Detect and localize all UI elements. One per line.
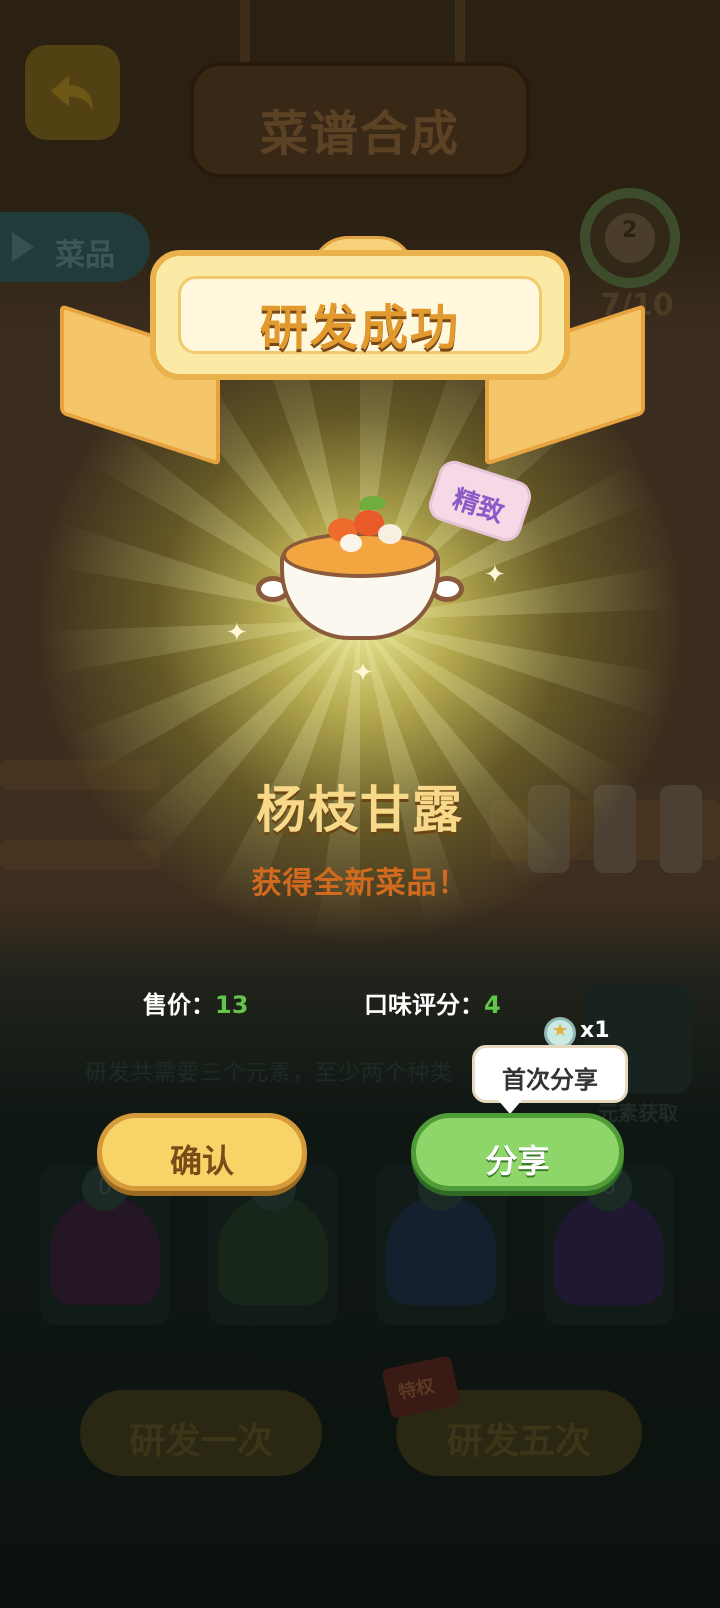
chef-progress-ring[interactable]: 2 (580, 188, 680, 288)
share-button[interactable]: 分享 (411, 1113, 624, 1191)
sign-rope-right (455, 0, 465, 70)
price-stat: 售价：13 (143, 985, 248, 1020)
progress-badge: 2 (622, 218, 638, 243)
mint-leaf-icon (360, 496, 386, 510)
first-share-tooltip: 首次分享 (472, 1045, 628, 1103)
dish-tab-label: 菜品 (55, 238, 115, 273)
taste-stat: 口味评分：4 (364, 985, 501, 1020)
success-banner: 研发成功 (150, 250, 570, 380)
banner-title: 研发成功 (259, 300, 460, 356)
privilege-badge: 特权 (396, 1375, 437, 1404)
seafood-jar-icon (386, 1195, 496, 1305)
screen-title: 菜谱合成 (259, 106, 460, 162)
reward-quantity: x1 (580, 1018, 610, 1043)
sign-rope-left (240, 0, 250, 70)
vegetable-jar-icon (218, 1195, 328, 1305)
play-icon (12, 232, 34, 262)
meat-jar-icon (50, 1195, 160, 1305)
develop-five-label: 研发五次 (446, 1421, 591, 1462)
dish-subtitle: 获得全新菜品！ (251, 866, 469, 901)
hint-text: 研发共需要三个元素，至少两个种类 (85, 1061, 454, 1086)
share-label: 分享 (485, 1142, 550, 1180)
taste-label: 口味评分： (364, 991, 484, 1019)
special-jar-icon (554, 1195, 664, 1305)
develop-once-label: 研发一次 (128, 1421, 273, 1462)
confirm-label: 确认 (169, 1142, 234, 1180)
back-arrow-icon (51, 75, 93, 111)
sparkle-icon: ✦ (352, 658, 374, 688)
dish-icon (256, 496, 464, 640)
back-button[interactable] (25, 45, 120, 140)
title-board: 菜谱合成 (190, 62, 530, 178)
sparkle-icon: ✦ (484, 560, 506, 590)
sparkle-icon: ✦ (226, 618, 248, 648)
sago-topping (378, 524, 402, 544)
dish-tab[interactable]: 菜品 (0, 212, 150, 282)
price-label: 售价： (143, 991, 215, 1019)
taste-value: 4 (484, 991, 501, 1019)
tooltip-pointer (498, 1100, 522, 1114)
confirm-button[interactable]: 确认 (97, 1113, 307, 1191)
develop-once-button[interactable]: 研发一次 (80, 1390, 322, 1476)
sago-topping (340, 534, 362, 552)
price-value: 13 (215, 991, 249, 1019)
tooltip-label: 首次分享 (502, 1066, 598, 1094)
dish-name: 杨枝甘露 (256, 781, 464, 839)
